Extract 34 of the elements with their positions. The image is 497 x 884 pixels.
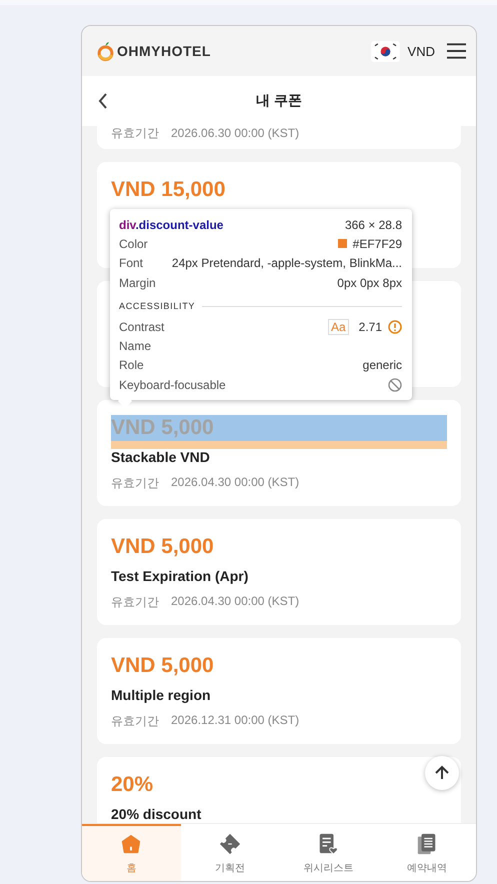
section-heading: ACCESSIBILITY [119, 301, 196, 312]
property-value: #EF7F29 [352, 236, 402, 251]
discount-value: VND 5,000 [111, 653, 215, 679]
validity-label: 유효기간 [111, 713, 159, 730]
property-value: generic [362, 358, 402, 372]
property-label: Name [119, 339, 152, 354]
validity-label: 유효기간 [111, 594, 159, 611]
discount-value: VND 5,000 [111, 415, 447, 449]
element-selector: div.discount-value [119, 218, 224, 232]
property-label: Role [119, 358, 144, 372]
property-label: Keyboard-focusable [119, 378, 226, 392]
property-value: 24px Pretendard, -apple-system, BlinkMa... [172, 256, 402, 270]
property-label: Margin [119, 276, 156, 290]
validity-date: 2026.06.30 00:00 (KST) [171, 126, 300, 141]
validity-date: 2026.04.30 00:00 (KST) [171, 475, 300, 491]
discount-value: VND 15,000 [111, 177, 226, 203]
property-value: 2.71 [358, 320, 382, 334]
property-label: Font [119, 256, 144, 270]
property-value: 0px 0px 8px [337, 276, 402, 290]
coupon-name: Multiple region [111, 687, 212, 703]
discount-value: VND 5,000 [111, 534, 215, 560]
element-size: 366 × 28.8 [344, 218, 402, 232]
page-title: 내 쿠폰 [256, 92, 302, 110]
validity-date: 2026.04.30 00:00 (KST) [171, 594, 300, 610]
contrast-sample: Aa [328, 318, 349, 335]
validity-label: 유효기간 [111, 475, 159, 492]
validity-label: 유효기간 [111, 126, 159, 141]
coupon-name: 20% discount [111, 806, 202, 822]
coupon-name: Stackable VND [111, 449, 211, 465]
property-label: Contrast [119, 320, 164, 334]
discount-value: 20% [111, 772, 154, 798]
property-label: Color [119, 236, 148, 251]
coupon-name: Test Expiration (Apr) [111, 568, 250, 584]
validity-date: 2026.12.31 00:00 (KST) [171, 713, 300, 729]
